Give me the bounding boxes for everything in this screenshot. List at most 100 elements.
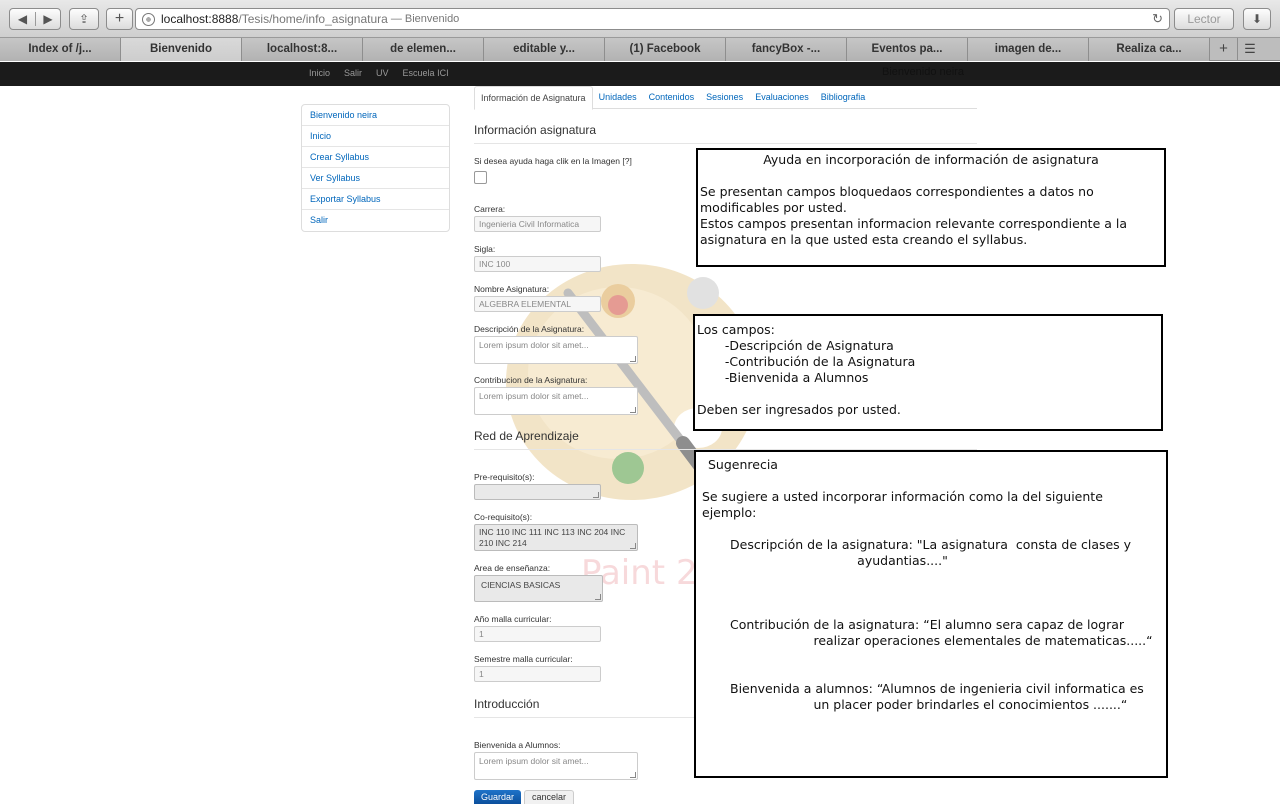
area-value: CIENCIAS BASICAS [481, 580, 561, 590]
bienvenida-placeholder: Lorem ipsum dolor sit amet... [479, 756, 589, 766]
browser-tab[interactable]: localhost:8... [242, 38, 363, 61]
share-icon: ⇪ [78, 12, 90, 26]
tab-bar: Index of /j... Bienvenido localhost:8...… [0, 38, 1280, 61]
browser-tab-active[interactable]: Bienvenido [121, 38, 242, 61]
browser-tab[interactable]: editable y... [484, 38, 605, 61]
browser-tab[interactable]: de elemen... [363, 38, 484, 61]
note3-example-contribucion: Contribución de la asignatura: “El alumn… [730, 617, 1153, 648]
area-field[interactable]: CIENCIAS BASICAS [474, 575, 603, 602]
sidebar-item-welcome[interactable]: Bienvenido neira [302, 105, 449, 126]
contribucion-placeholder: Lorem ipsum dolor sit amet... [479, 391, 589, 401]
sidebar-item-salir[interactable]: Salir [302, 210, 449, 231]
download-icon: ⬇ [1251, 12, 1263, 26]
back-forward-group: ◀ ▶ [9, 8, 61, 30]
descripcion-textarea[interactable]: Lorem ipsum dolor sit amet... [474, 336, 638, 364]
note3-intro: Se sugiere a usted incorporar informació… [702, 489, 1103, 520]
url-host: localhost:8888 [161, 12, 239, 26]
help-note-fields: Los campos: -Descripción de Asignatura -… [693, 314, 1163, 431]
note3-example-descripcion: Descripción de la asignatura: "La asigna… [730, 537, 1132, 568]
cancel-button[interactable]: cancelar [524, 790, 574, 804]
tab-evaluaciones[interactable]: Evaluaciones [749, 86, 815, 109]
carrera-field[interactable]: Ingenieria Civil Informatica [474, 216, 601, 232]
browser-tab[interactable]: imagen de... [968, 38, 1089, 61]
url-path: /Tesis/home/info_asignatura [238, 12, 388, 26]
tab-informacion[interactable]: Información de Asignatura [474, 86, 593, 110]
resize-handle-icon[interactable] [630, 407, 636, 413]
sidebar-item-exportar-syllabus[interactable]: Exportar Syllabus [302, 189, 449, 210]
navbar-link-salir[interactable]: Salir [344, 68, 362, 78]
semestre-field[interactable]: 1 [474, 666, 601, 682]
resize-handle-icon[interactable] [595, 594, 601, 600]
browser-tab[interactable]: Index of /j... [0, 38, 121, 61]
coreq-value: INC 110 INC 111 INC 113 INC 204 INC 210 … [479, 527, 626, 548]
nombre-field[interactable]: ALGEBRA ELEMENTAL [474, 296, 601, 312]
bienvenida-textarea[interactable]: Lorem ipsum dolor sit amet... [474, 752, 638, 780]
browser-tab[interactable]: Eventos pa... [847, 38, 968, 61]
help-label[interactable]: Si desea ayuda haga clik en la Imagen [?… [474, 156, 632, 166]
sidebar-item-ver-syllabus[interactable]: Ver Syllabus [302, 168, 449, 189]
tab-sesiones[interactable]: Sesiones [700, 86, 749, 109]
address-bar[interactable]: localhost:8888 /Tesis/home/info_asignatu… [135, 8, 1170, 30]
downloads-button[interactable]: ⬇ [1243, 8, 1271, 30]
share-button[interactable]: ⇪ [69, 8, 99, 30]
help-note-suggestion: Sugenrecia Se sugiere a usted incorporar… [694, 450, 1168, 778]
note3-example-bienvenida: Bienvenida a alumnos: “Alumnos de ingeni… [730, 681, 1144, 712]
browser-tab[interactable]: (1) Facebook [605, 38, 726, 61]
nombre-label: Nombre Asignatura: [474, 284, 550, 294]
site-navbar: Inicio Salir UV Escuela ICI Bienvenido n… [0, 62, 1280, 86]
page-title-suffix: — Bienvenido [390, 13, 460, 25]
save-button[interactable]: Guardar [474, 790, 521, 804]
back-icon[interactable]: ◀ [10, 12, 35, 26]
coreq-field[interactable]: INC 110 INC 111 INC 113 INC 204 INC 210 … [474, 524, 638, 551]
coreq-label: Co-requisito(s): [474, 512, 533, 522]
navbar-welcome: Bienvenido neira [882, 66, 964, 78]
resize-handle-icon[interactable] [630, 356, 636, 362]
sidebar-item-inicio[interactable]: Inicio [302, 126, 449, 147]
prereq-label: Pre-requisito(s): [474, 472, 535, 482]
resize-handle-icon[interactable] [593, 492, 599, 498]
note3-title: Sugenrecia [704, 457, 778, 472]
navbar-links: Inicio Salir UV Escuela ICI [309, 68, 449, 78]
carrera-label: Carrera: [474, 204, 506, 214]
new-tab-icon[interactable]: + [1210, 38, 1238, 60]
browser-tab[interactable]: Realiza ca... [1089, 38, 1210, 61]
descripcion-placeholder: Lorem ipsum dolor sit amet... [479, 340, 589, 350]
contribucion-textarea[interactable]: Lorem ipsum dolor sit amet... [474, 387, 638, 415]
info-section-title: Información asignatura [474, 123, 977, 144]
tab-bibliografia[interactable]: Bibliografia [815, 86, 872, 109]
forward-icon[interactable]: ▶ [34, 12, 60, 26]
globe-icon [142, 12, 155, 26]
contribucion-label: Contribucion de la Asignatura: [474, 375, 588, 385]
tab-unidades[interactable]: Unidades [593, 86, 643, 109]
resize-handle-icon[interactable] [630, 543, 636, 549]
reload-icon[interactable]: ↻ [1152, 11, 1163, 27]
add-bookmark-button[interactable]: + [106, 8, 133, 30]
note2-body: Los campos: -Descripción de Asignatura -… [697, 322, 916, 417]
resize-handle-icon[interactable] [630, 772, 636, 778]
content-tabs: Información de Asignatura Unidades Conte… [474, 86, 977, 110]
sidebar-menu: Bienvenido neira Inicio Crear Syllabus V… [301, 104, 450, 232]
anio-label: Año malla curricular: [474, 614, 552, 624]
semestre-label: Semestre malla curricular: [474, 654, 573, 664]
tab-list-icon[interactable]: ☰ [1238, 38, 1262, 60]
help-checkbox[interactable] [474, 171, 487, 184]
prereq-field[interactable] [474, 484, 601, 500]
tab-contenidos[interactable]: Contenidos [643, 86, 701, 109]
anio-field[interactable]: 1 [474, 626, 601, 642]
reader-button[interactable]: Lector [1174, 8, 1234, 30]
navbar-link-uv[interactable]: UV [376, 68, 389, 78]
area-label: Area de enseñanza: [474, 563, 551, 573]
browser-toolbar: ◀ ▶ ⇪ + localhost:8888 /Tesis/home/info_… [0, 0, 1280, 38]
plus-icon: + [114, 10, 125, 27]
note1-title: Ayuda en incorporación de información de… [763, 152, 1099, 167]
browser-tab[interactable]: fancyBox -... [726, 38, 847, 61]
help-note-info: Ayuda en incorporación de información de… [696, 148, 1166, 267]
red-section-title: Red de Aprendizaje [474, 429, 977, 450]
sidebar-item-crear-syllabus[interactable]: Crear Syllabus [302, 147, 449, 168]
navbar-link-inicio[interactable]: Inicio [309, 68, 330, 78]
sigla-label: Sigla: [474, 244, 496, 254]
navbar-link-escuela[interactable]: Escuela ICI [403, 68, 449, 78]
sigla-field[interactable]: INC 100 [474, 256, 601, 272]
descripcion-label: Descripción de la Asignatura: [474, 324, 585, 334]
bienvenida-label: Bienvenida a Alumnos: [474, 740, 561, 750]
